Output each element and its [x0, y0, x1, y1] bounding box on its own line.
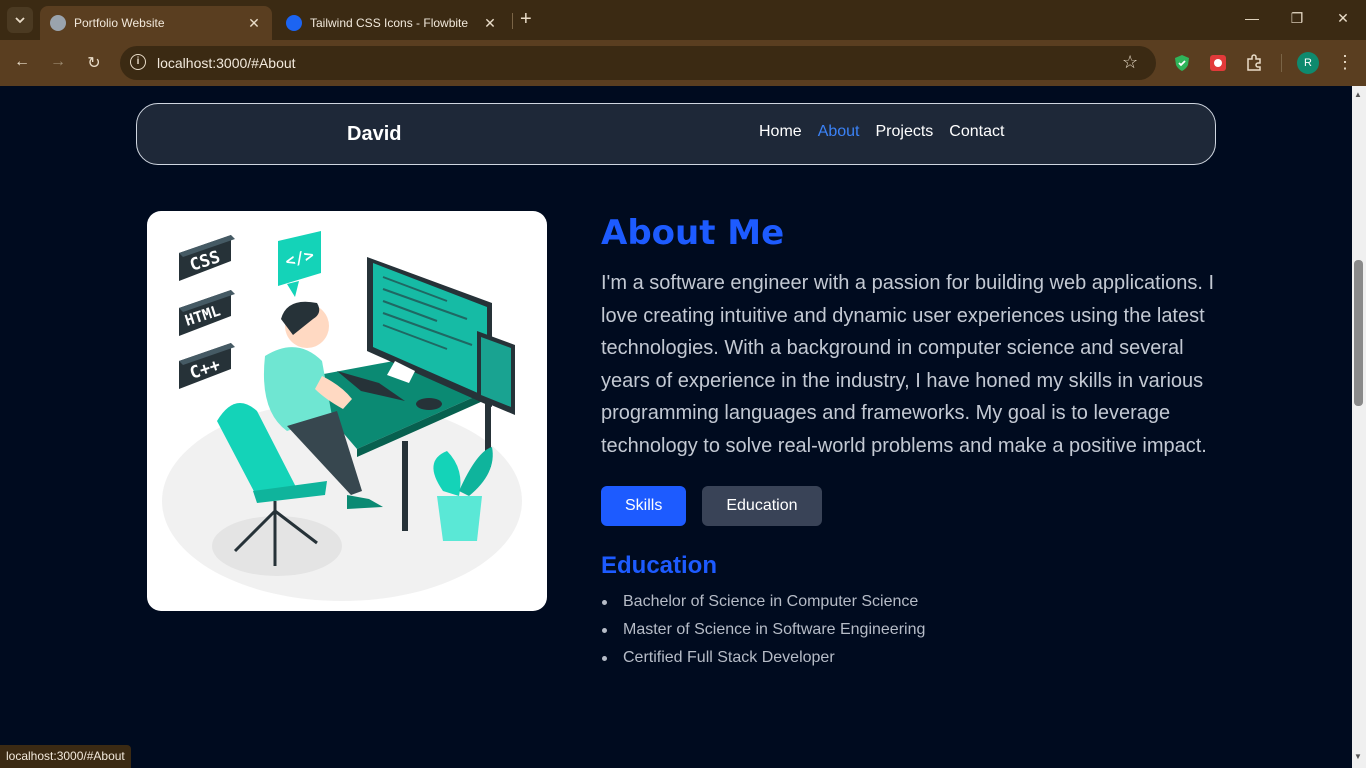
- close-tab-icon[interactable]: ✕: [482, 15, 498, 32]
- browser-tabstrip: Portfolio Website ✕ Tailwind CSS Icons -…: [0, 0, 1366, 40]
- globe-icon: [50, 15, 66, 31]
- nav-link-contact[interactable]: Contact: [949, 123, 1004, 141]
- list-item: Certified Full Stack Developer: [601, 644, 1221, 672]
- site-brand[interactable]: David: [347, 123, 401, 146]
- developer-illustration: CSS HTML C++ </>: [147, 211, 547, 611]
- red-extension-icon[interactable]: [1209, 54, 1227, 72]
- html-block: HTML: [179, 290, 235, 336]
- education-heading: Education: [601, 552, 718, 579]
- site-info-icon[interactable]: i: [130, 54, 146, 70]
- about-description: I'm a software engineer with a passion f…: [601, 272, 1215, 457]
- developer-illustration-svg: CSS HTML C++ </>: [162, 231, 522, 601]
- code-bubble-icon: </>: [278, 231, 321, 297]
- tab-search-button[interactable]: [7, 7, 33, 33]
- extensions-puzzle-icon[interactable]: [1245, 54, 1263, 72]
- chevron-down-icon: [15, 17, 25, 24]
- about-title: About Me: [601, 213, 785, 253]
- tab-portfolio[interactable]: Portfolio Website ✕: [40, 6, 272, 40]
- reload-icon[interactable]: ↻: [84, 53, 104, 73]
- tab-title: Tailwind CSS Icons - Flowbite: [310, 16, 469, 30]
- nav-link-about[interactable]: About: [818, 123, 860, 141]
- list-item: Master of Science in Software Engineerin…: [601, 616, 1221, 644]
- restore-icon[interactable]: ❐: [1287, 10, 1307, 27]
- about-section: About Me I'm a software engineer with a …: [601, 211, 1221, 672]
- education-list: Bachelor of Science in Computer Science …: [601, 588, 1221, 672]
- tab-title: Portfolio Website: [74, 16, 165, 30]
- status-url: localhost:3000/#About: [0, 745, 131, 768]
- browser-menu-icon[interactable]: ⋮: [1336, 52, 1354, 73]
- close-window-icon[interactable]: ✕: [1333, 10, 1353, 27]
- nav-links: Home About Projects Contact: [759, 123, 1004, 141]
- minimize-icon[interactable]: —: [1242, 10, 1262, 26]
- close-tab-icon[interactable]: ✕: [246, 15, 262, 32]
- forward-icon[interactable]: →: [48, 53, 68, 71]
- css-block: CSS: [179, 235, 235, 281]
- site-navbar: David Home About Projects Contact: [136, 103, 1216, 165]
- education-tab-button[interactable]: Education: [702, 486, 822, 526]
- page-viewport: David Home About Projects Contact CSS HT…: [0, 86, 1352, 768]
- toolbar-separator: [1281, 54, 1282, 72]
- profile-avatar[interactable]: R: [1297, 52, 1319, 74]
- nav-link-home[interactable]: Home: [759, 123, 802, 141]
- bookmark-star-icon[interactable]: ☆: [1122, 52, 1138, 73]
- cpp-block: C++: [179, 343, 235, 389]
- back-icon[interactable]: ←: [12, 53, 32, 71]
- about-tabs: Skills Education: [601, 486, 1221, 526]
- skills-tab-button[interactable]: Skills: [601, 486, 687, 526]
- scroll-up-icon[interactable]: ▲: [1354, 90, 1362, 99]
- page-scrollbar[interactable]: [1352, 86, 1366, 768]
- list-item: Bachelor of Science in Computer Science: [601, 588, 1221, 616]
- new-tab-icon[interactable]: +: [520, 9, 532, 29]
- scroll-down-icon[interactable]: ▼: [1354, 752, 1362, 761]
- tab-flowbite[interactable]: Tailwind CSS Icons - Flowbite ✕: [276, 6, 508, 40]
- shield-extension-icon[interactable]: [1173, 54, 1191, 72]
- flowbite-icon: [286, 15, 302, 31]
- tab-separator: [512, 13, 513, 29]
- nav-link-projects[interactable]: Projects: [876, 123, 934, 141]
- scrollbar-thumb[interactable]: [1354, 260, 1363, 406]
- address-text[interactable]: localhost:3000/#About: [157, 55, 296, 71]
